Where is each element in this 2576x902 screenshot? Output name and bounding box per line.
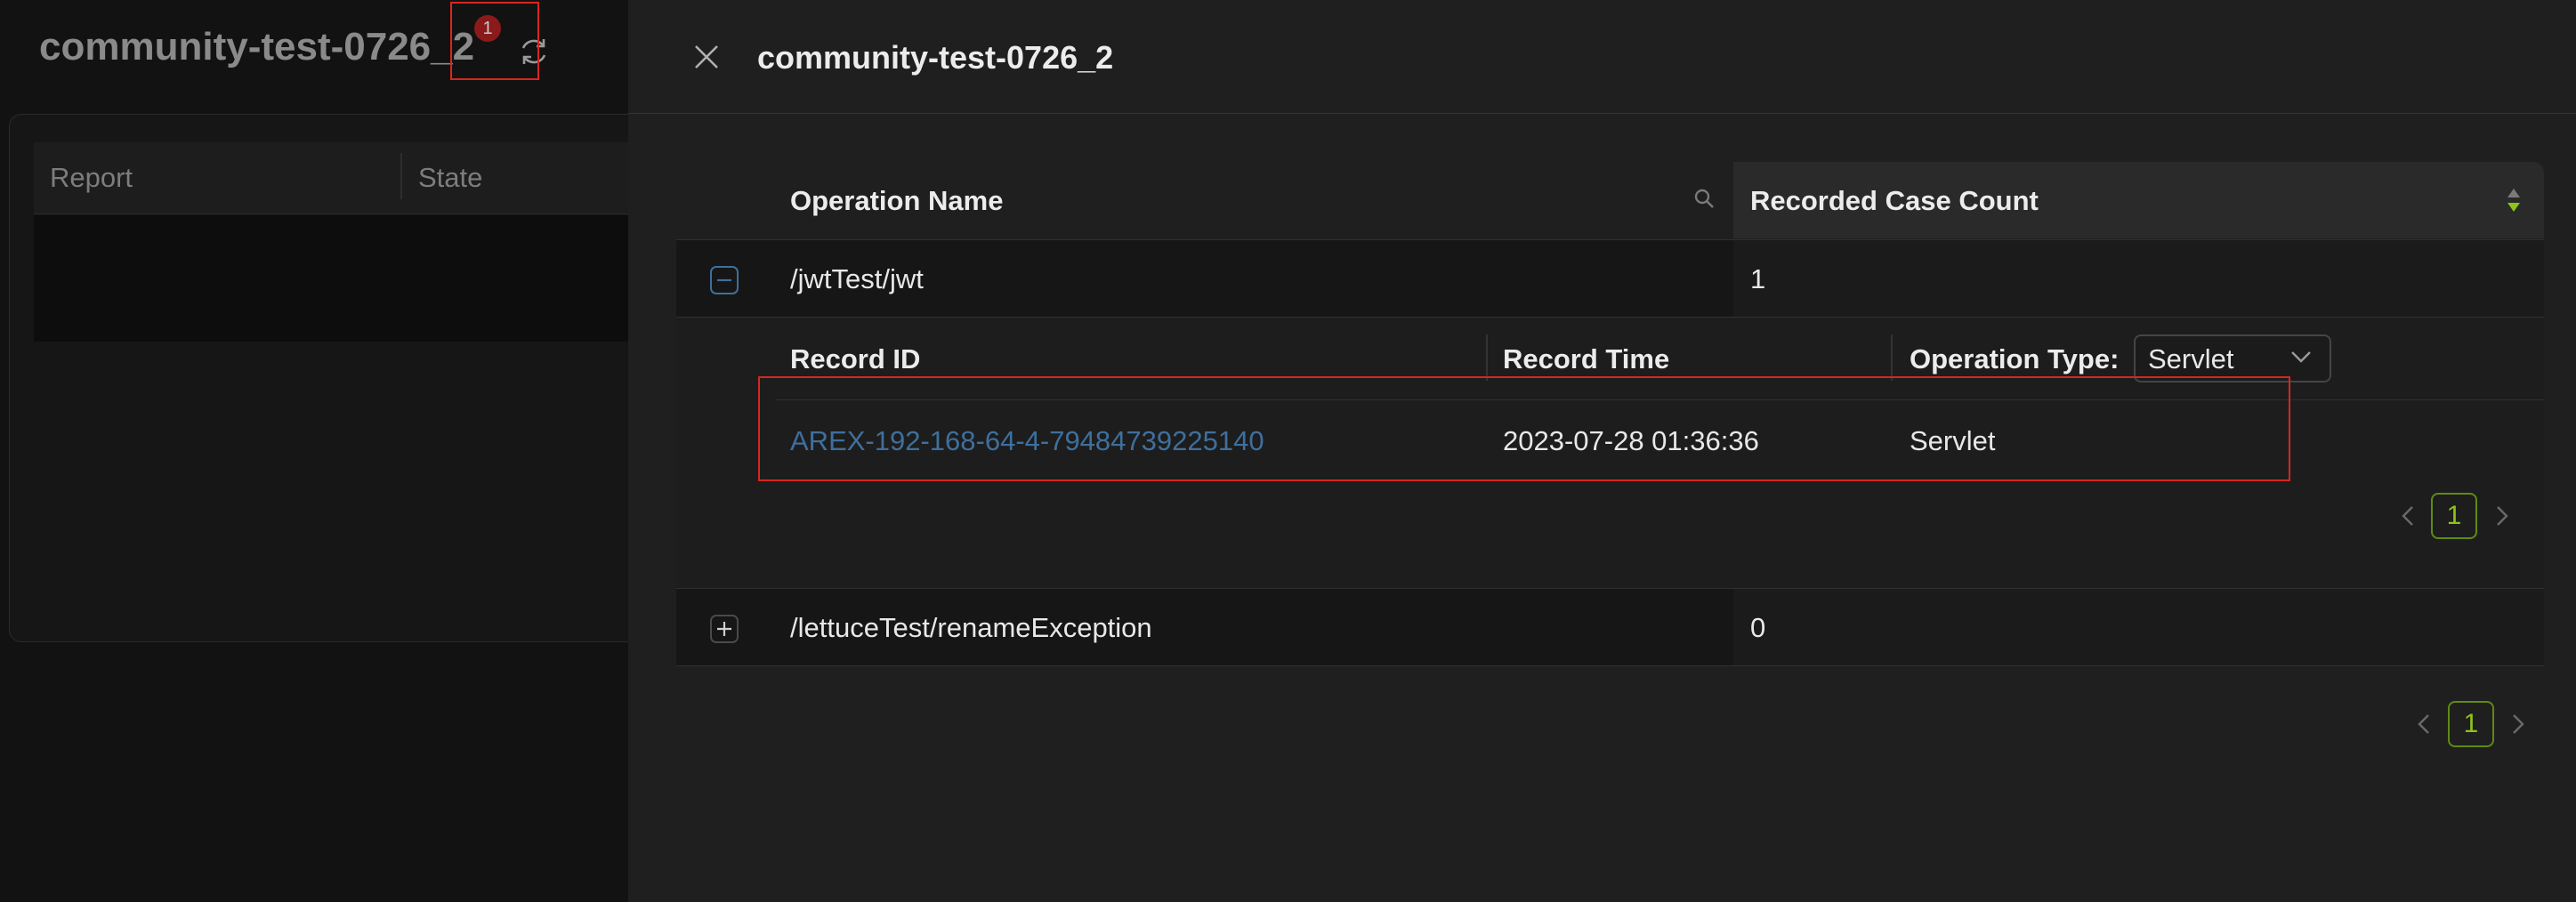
background-column-report: Report xyxy=(50,162,133,193)
column-header-recorded-case-count[interactable]: Recorded Case Count xyxy=(1750,185,2039,217)
chevron-left-icon[interactable] xyxy=(2397,501,2419,531)
search-icon[interactable] xyxy=(1692,187,1716,210)
column-divider xyxy=(1891,334,1893,381)
chevron-right-icon[interactable] xyxy=(2507,709,2529,739)
close-icon[interactable] xyxy=(689,39,724,75)
row-divider xyxy=(676,239,2544,240)
sub-column-header-record-id: Record ID xyxy=(790,343,921,374)
table-cell-count xyxy=(1733,589,2544,665)
chevron-down-icon[interactable] xyxy=(2289,347,2314,366)
record-highlight-box xyxy=(758,376,2290,481)
sort-icon[interactable] xyxy=(2505,185,2523,215)
column-header-operation-name: Operation Name xyxy=(790,185,1004,216)
refresh-highlight-box xyxy=(450,2,539,80)
operation-name: /jwtTest/jwt xyxy=(790,263,924,294)
sub-column-header-record-time: Record Time xyxy=(1503,343,1670,374)
background-table-body xyxy=(34,215,657,342)
chevron-left-icon[interactable] xyxy=(2413,709,2435,739)
recorded-case-count: 0 xyxy=(1750,612,1766,643)
expand-icon[interactable] xyxy=(709,614,739,644)
row-divider xyxy=(676,665,2544,666)
chevron-right-icon[interactable] xyxy=(2491,501,2513,531)
table-cell-count xyxy=(1733,240,2544,317)
column-divider xyxy=(1486,334,1488,381)
drawer-title: community-test-0726_2 xyxy=(757,39,1114,76)
sub-column-header-operation-type: Operation Type: xyxy=(1910,343,2120,374)
column-divider xyxy=(400,153,402,199)
background-column-state: State xyxy=(418,162,483,193)
sub-pagination-page[interactable]: 1 xyxy=(2431,493,2477,539)
pagination-page[interactable]: 1 xyxy=(2448,701,2494,747)
background-page-title: community-test-0726_2 xyxy=(39,25,475,68)
operation-type-select-value[interactable]: Servlet xyxy=(2148,343,2233,375)
operation-name: /lettuceTest/renameException xyxy=(790,612,1152,643)
recorded-case-count: 1 xyxy=(1750,263,1766,294)
row-divider xyxy=(676,317,2544,318)
collapse-icon[interactable] xyxy=(709,265,739,295)
row-divider xyxy=(676,588,2544,589)
